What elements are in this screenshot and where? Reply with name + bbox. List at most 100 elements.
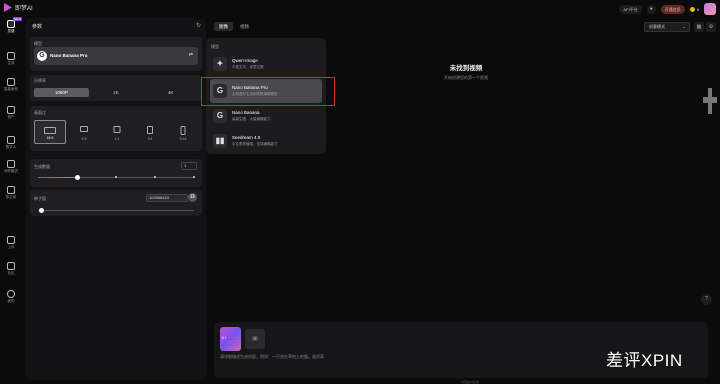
- empty-state-subtitle: 开始创建您的第一个视频: [444, 75, 488, 80]
- rail-item-generate[interactable]: 生成: [0, 52, 22, 66]
- model-option-name: Nano Banana: [232, 110, 260, 115]
- model-option-qwen-image[interactable]: ✦ Qwen-Image 中英文字，优质生图: [210, 52, 322, 76]
- model-option-name: Seedream 4.0: [232, 135, 261, 140]
- ratio-option-4-3[interactable]: 4:3: [69, 120, 99, 144]
- count-label: 生成数量: [34, 164, 50, 169]
- ai-disclaimer: 内容由AI生成: [461, 380, 479, 384]
- grid-view-icon[interactable]: ▦: [694, 22, 704, 32]
- ratio-shape-icon: [44, 127, 56, 134]
- rail-label: 资产: [7, 115, 15, 119]
- credits-display[interactable]: 8: [689, 6, 699, 12]
- tab-image[interactable]: 图像: [214, 22, 233, 31]
- tab-video[interactable]: 视频: [235, 22, 254, 31]
- rail-item-canvas[interactable]: 智能画布: [0, 78, 22, 92]
- bell-icon[interactable]: ●: [646, 4, 656, 14]
- seed-slider-handle[interactable]: [38, 208, 44, 213]
- motion-icon: [7, 160, 15, 168]
- ratio-shape-icon: [147, 126, 153, 134]
- params-panel: 参数 ↻ 模型 G Nano Banana Pro ⇄ 分辨率 1080P 2K…: [26, 18, 206, 380]
- resolution-option[interactable]: 2K: [89, 88, 144, 97]
- count-slider-handle[interactable]: [74, 175, 80, 180]
- help-icon[interactable]: ?: [701, 294, 712, 305]
- rail-item-motion[interactable]: 动作模仿: [0, 160, 22, 174]
- rail-item-community[interactable]: 社区: [0, 262, 22, 276]
- model-option-desc: 中文表现增强，支持编辑能力: [232, 142, 278, 146]
- left-nav-rail: NEW 灵感 生成 智能画布 资产 数字人 动作模仿 多主体 上传 社区 我的: [0, 16, 22, 384]
- model-select-value: Nano Banana Pro: [50, 53, 88, 58]
- slider-tick: [154, 176, 156, 178]
- resolution-options: 1080P 2K 4K: [34, 88, 198, 97]
- rail-label: 灵感: [7, 29, 15, 33]
- dice-icon[interactable]: ⚅: [188, 193, 197, 202]
- google-icon: G: [213, 109, 227, 123]
- member-button[interactable]: 开通会员: [660, 4, 685, 14]
- app-window: 即梦AI API平台 ● 开通会员 8 NEW 灵感 生成 智能画布 资产 数字…: [0, 0, 720, 384]
- app-name: 即梦AI: [15, 6, 33, 12]
- count-input[interactable]: 1: [181, 162, 197, 170]
- ratio-text: 1:1: [114, 137, 120, 141]
- rail-label: 数字人: [5, 145, 17, 149]
- ratio-shape-icon: [80, 126, 88, 132]
- resolution-label: 分辨率: [34, 78, 46, 83]
- folder-icon: [7, 106, 15, 114]
- rail-item-mine[interactable]: 我的: [0, 290, 22, 304]
- ratio-text: 4:3: [81, 137, 87, 141]
- ratio-shape-icon: [113, 126, 121, 133]
- rail-item-upload[interactable]: 上传: [0, 236, 22, 250]
- count-slider[interactable]: [38, 175, 195, 180]
- ratio-options: 16:9 4:3 1:1 3:4 9:16: [34, 120, 198, 144]
- logo-icon: [4, 3, 12, 12]
- rail-item-digital-human[interactable]: 数字人: [0, 136, 22, 150]
- group-icon: [7, 186, 15, 194]
- rail-item-inspiration[interactable]: NEW 灵感: [0, 17, 22, 34]
- mode-select[interactable]: 创意模式 ⌄: [644, 22, 690, 32]
- ratio-option-9-16[interactable]: 9:16: [168, 120, 198, 144]
- person-icon: [7, 136, 15, 144]
- avatar[interactable]: [704, 3, 716, 15]
- refresh-icon[interactable]: ↻: [196, 22, 201, 29]
- settings-icon[interactable]: ⚙: [706, 22, 716, 32]
- rail-label: 动作模仿: [4, 169, 18, 173]
- app-logo[interactable]: 即梦AI: [4, 3, 33, 12]
- rail-label: 生成: [7, 61, 15, 65]
- resolution-option[interactable]: 4K: [143, 88, 198, 97]
- count-card: 生成数量 1: [30, 159, 202, 187]
- seed-card: 种子值 102566424 ⚅: [30, 190, 202, 216]
- prompt-input[interactable]: 请详细描述生成内容，例如：一只坐在草地上的猫，画质高: [220, 354, 324, 360]
- image-add-icon: ▣: [252, 336, 258, 342]
- ratio-option-3-4[interactable]: 3:4: [135, 120, 165, 144]
- rail-item-multi-subject[interactable]: 多主体: [0, 186, 22, 200]
- new-badge: NEW: [13, 17, 22, 21]
- seed-slider[interactable]: [38, 208, 194, 213]
- rail-item-assets[interactable]: 资产: [0, 106, 22, 120]
- mode-select-value: 创意模式: [649, 24, 665, 29]
- seed-input[interactable]: 102566424: [146, 194, 188, 202]
- resolution-option[interactable]: 1080P: [34, 88, 89, 97]
- chevron-down-icon: ⌄: [682, 24, 686, 29]
- top-bar: 即梦AI API平台 ● 开通会员 8: [0, 0, 720, 16]
- model-select[interactable]: G Nano Banana Pro ⇄: [34, 47, 198, 65]
- credits-value: 8: [696, 6, 699, 12]
- ratio-option-16-9[interactable]: 16:9: [34, 120, 66, 144]
- api-platform-button[interactable]: API平台: [619, 4, 642, 14]
- rail-label: 我的: [7, 299, 15, 303]
- count-slider-fill: [38, 177, 77, 178]
- model-option-nano-banana[interactable]: G Nano Banana 高级生图，大量编辑能力: [210, 104, 322, 128]
- add-image-button[interactable]: ▣: [245, 329, 265, 349]
- reference-image[interactable]: AI · · · ·: [220, 327, 241, 351]
- seedream-bars-icon: ▮▮: [213, 134, 227, 148]
- sparkle-icon: [7, 20, 15, 28]
- top-bar-actions: API平台 ● 开通会员 8: [619, 3, 716, 15]
- ratio-text: 3:4: [147, 137, 153, 141]
- slider-tick: [193, 176, 195, 178]
- coin-icon: [689, 6, 695, 12]
- ratio-label: 画面比: [34, 110, 46, 115]
- model-option-desc: 高级生图，大量编辑能力: [232, 117, 271, 121]
- canvas-icon: [7, 78, 15, 86]
- image-icon: [7, 52, 15, 60]
- model-card: 模型 G Nano Banana Pro ⇄: [30, 37, 202, 71]
- rail-label: 智能画布: [4, 87, 18, 91]
- ratio-text: 9:16: [179, 137, 187, 141]
- model-option-seedream[interactable]: ▮▮ Seedream 4.0 中文表现增强，支持编辑能力: [210, 129, 322, 153]
- ratio-option-1-1[interactable]: 1:1: [102, 120, 132, 144]
